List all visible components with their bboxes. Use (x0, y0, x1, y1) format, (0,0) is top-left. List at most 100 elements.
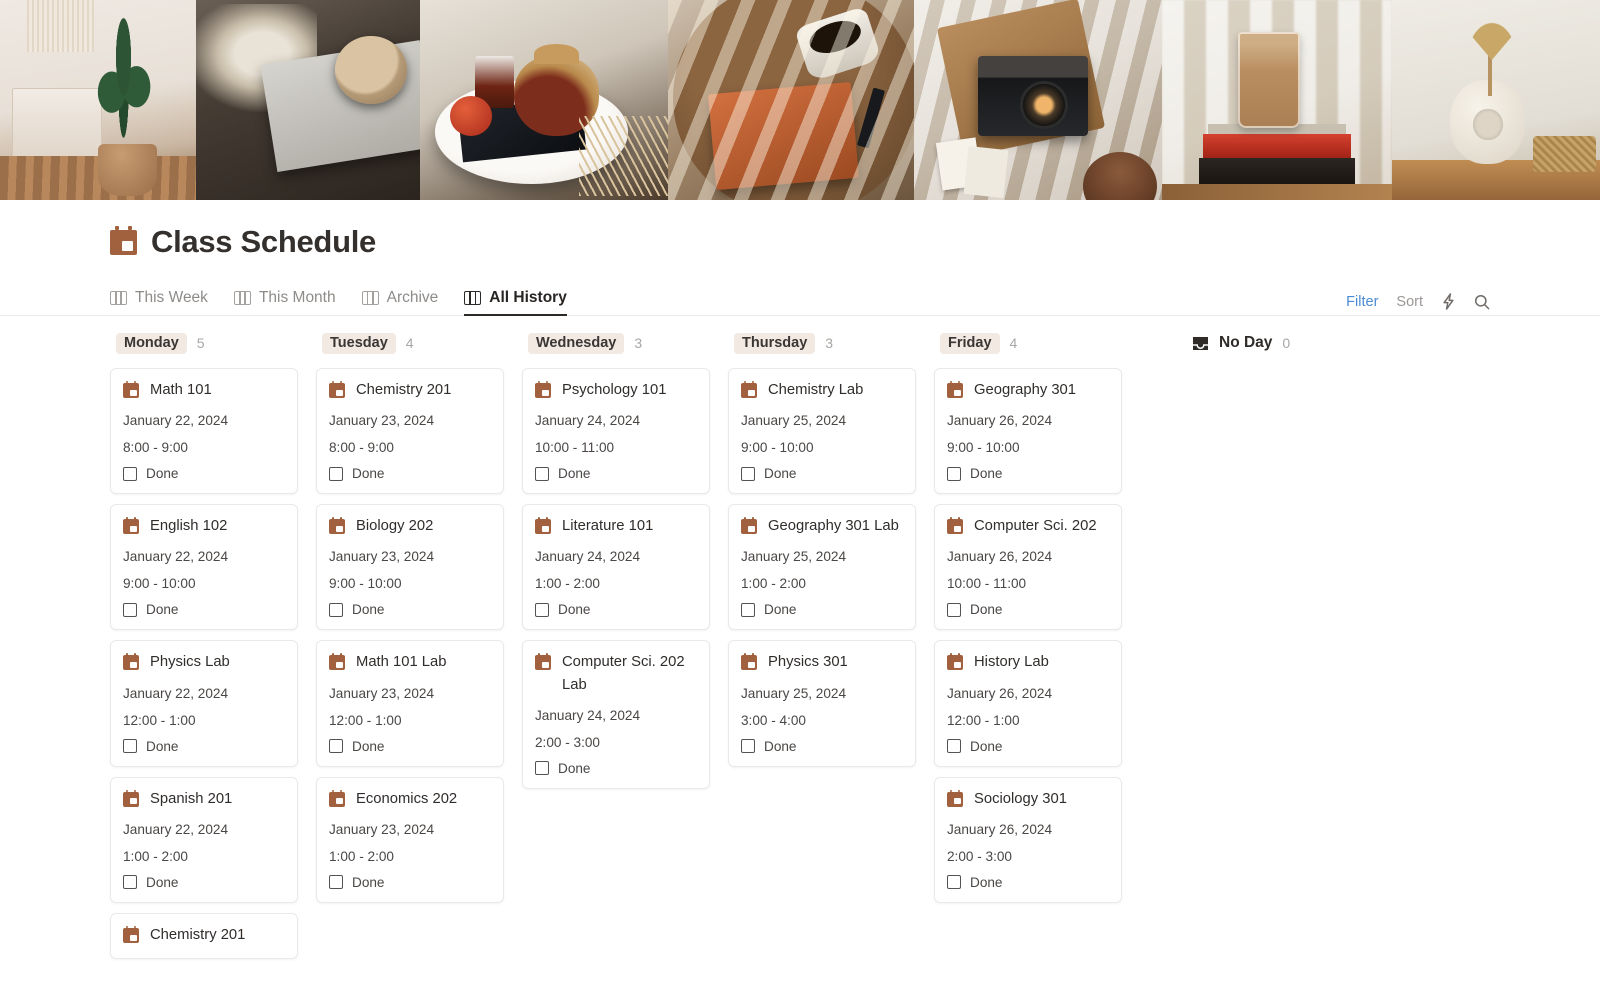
card-done-row[interactable]: Done (329, 875, 491, 890)
card-title-row: Math 101 Lab (329, 652, 491, 673)
done-checkbox[interactable] (741, 602, 755, 617)
title-row: Class Schedule (0, 200, 1600, 260)
tab-all-history[interactable]: All History (464, 281, 567, 316)
card-title: English 102 (150, 518, 228, 535)
card[interactable]: Computer Sci. 202 January 26, 2024 10:00… (934, 504, 1122, 631)
card-done-row[interactable]: Done (741, 602, 903, 617)
card-title: Spanish 201 (150, 790, 233, 807)
card-title-row: Economics 202 (329, 789, 491, 810)
board-column-monday: Monday 5 Math 101 January 22, 2024 8:00 … (110, 332, 298, 976)
board-column-friday: Friday 4 Geography 301 January 26, 2024 … (934, 332, 1122, 976)
done-checkbox[interactable] (329, 875, 343, 890)
card-title: Economics 202 (356, 790, 458, 807)
done-checkbox[interactable] (535, 466, 549, 481)
column-header[interactable]: Thursday 3 (734, 332, 916, 354)
column-header[interactable]: No Day 0 (1192, 332, 1328, 354)
done-checkbox[interactable] (123, 739, 137, 754)
card-done-row[interactable]: Done (329, 466, 491, 481)
column-header[interactable]: Tuesday 4 (322, 332, 504, 354)
card-title: Physics Lab (150, 654, 230, 671)
tab-this-month[interactable]: This Month (233, 281, 336, 315)
card[interactable]: Math 101 Lab January 23, 2024 12:00 - 1:… (316, 640, 504, 767)
card-done-row[interactable]: Done (123, 875, 285, 890)
done-checkbox[interactable] (947, 466, 961, 481)
done-checkbox[interactable] (741, 739, 755, 754)
card-title: Sociology 301 (974, 790, 1067, 807)
card-time: 9:00 - 10:00 (947, 440, 1020, 456)
card-done-row[interactable]: Done (947, 875, 1109, 890)
card-done-row[interactable]: Done (947, 739, 1109, 754)
card-done-row[interactable]: Done (947, 602, 1109, 617)
card[interactable]: Psychology 101 January 24, 2024 10:00 - … (522, 368, 710, 495)
card-title-row: Literature 101 (535, 516, 697, 537)
decor-latte-glass (1237, 32, 1300, 128)
card-date: January 23, 2024 (329, 685, 435, 701)
card[interactable]: Economics 202 January 23, 2024 1:00 - 2:… (316, 776, 504, 903)
done-checkbox[interactable] (123, 602, 137, 617)
done-checkbox[interactable] (947, 739, 961, 754)
card-title-row: Chemistry 201 (123, 925, 285, 946)
card-done-row[interactable]: Done (123, 466, 285, 481)
done-checkbox[interactable] (123, 466, 137, 481)
sort-button[interactable]: Sort (1396, 294, 1423, 310)
column-count: 5 (196, 335, 205, 351)
board-column-tuesday: Tuesday 4 Chemistry 201 January 23, 2024… (316, 332, 504, 976)
column-header[interactable]: Friday 4 (940, 332, 1122, 354)
column-header[interactable]: Wednesday 3 (528, 332, 710, 354)
done-checkbox[interactable] (329, 466, 343, 481)
tab-archive[interactable]: Archive (361, 281, 438, 315)
done-checkbox[interactable] (947, 875, 961, 890)
column-count: 4 (1009, 335, 1018, 351)
calendar-icon (947, 381, 963, 398)
search-icon[interactable] (1474, 294, 1490, 310)
card-done-row[interactable]: Done (329, 602, 491, 617)
filter-button[interactable]: Filter (1346, 294, 1378, 310)
card-title: Computer Sci. 202 (974, 518, 1097, 535)
card[interactable]: History Lab January 26, 2024 12:00 - 1:0… (934, 640, 1122, 767)
card-done-row[interactable]: Done (123, 739, 285, 754)
card[interactable]: Chemistry 201 (110, 912, 298, 959)
card[interactable]: Geography 301 January 26, 2024 9:00 - 10… (934, 368, 1122, 495)
card[interactable]: Chemistry Lab January 25, 2024 9:00 - 10… (728, 368, 916, 495)
lightning-bolt-icon[interactable] (1441, 293, 1456, 310)
card-done-row[interactable]: Done (535, 466, 697, 481)
card-done-row[interactable]: Done (123, 602, 285, 617)
card-done-row[interactable]: Done (535, 602, 697, 617)
done-checkbox[interactable] (535, 602, 549, 617)
column-count: 0 (1282, 335, 1291, 351)
tab-this-week[interactable]: This Week (110, 281, 208, 315)
card[interactable]: Chemistry 201 January 23, 2024 8:00 - 9:… (316, 368, 504, 495)
card-done-row[interactable]: Done (741, 739, 903, 754)
card-done-row[interactable]: Done (741, 466, 903, 481)
calendar-icon (947, 517, 963, 535)
card-title-row: Physics 301 (741, 652, 903, 673)
card-done-row[interactable]: Done (947, 466, 1109, 481)
card[interactable]: Computer Sci. 202 Lab January 24, 2024 2… (522, 640, 710, 789)
board-view-icon (233, 291, 251, 305)
done-checkbox[interactable] (535, 761, 549, 776)
card[interactable]: Literature 101 January 24, 2024 1:00 - 2… (522, 504, 710, 631)
card[interactable]: Spanish 201 January 22, 2024 1:00 - 2:00… (110, 776, 298, 903)
done-checkbox[interactable] (947, 602, 961, 617)
done-checkbox[interactable] (329, 602, 343, 617)
card[interactable]: Physics Lab January 22, 2024 12:00 - 1:0… (110, 640, 298, 767)
card-time: 9:00 - 10:00 (741, 440, 814, 456)
done-checkbox[interactable] (123, 875, 137, 890)
card[interactable]: English 102 January 22, 2024 9:00 - 10:0… (110, 504, 298, 631)
card[interactable]: Sociology 301 January 26, 2024 2:00 - 3:… (934, 776, 1122, 903)
column-header[interactable]: Monday 5 (116, 332, 298, 354)
page-title: Class Schedule (151, 224, 376, 259)
card-title-row: English 102 (123, 516, 285, 537)
card-title: Computer Sci. 202 Lab (562, 654, 685, 693)
done-checkbox[interactable] (329, 739, 343, 754)
decor-book-red (1203, 134, 1351, 160)
card[interactable]: Math 101 January 22, 2024 8:00 - 9:00 Do… (110, 368, 298, 495)
card[interactable]: Biology 202 January 23, 2024 9:00 - 10:0… (316, 504, 504, 631)
card-done-row[interactable]: Done (329, 739, 491, 754)
card[interactable]: Geography 301 Lab January 25, 2024 1:00 … (728, 504, 916, 631)
card-time: 2:00 - 3:00 (947, 848, 1012, 864)
card[interactable]: Physics 301 January 25, 2024 3:00 - 4:00… (728, 640, 916, 767)
done-checkbox[interactable] (741, 466, 755, 481)
card-done-row[interactable]: Done (535, 761, 697, 776)
calendar-icon (329, 789, 345, 807)
